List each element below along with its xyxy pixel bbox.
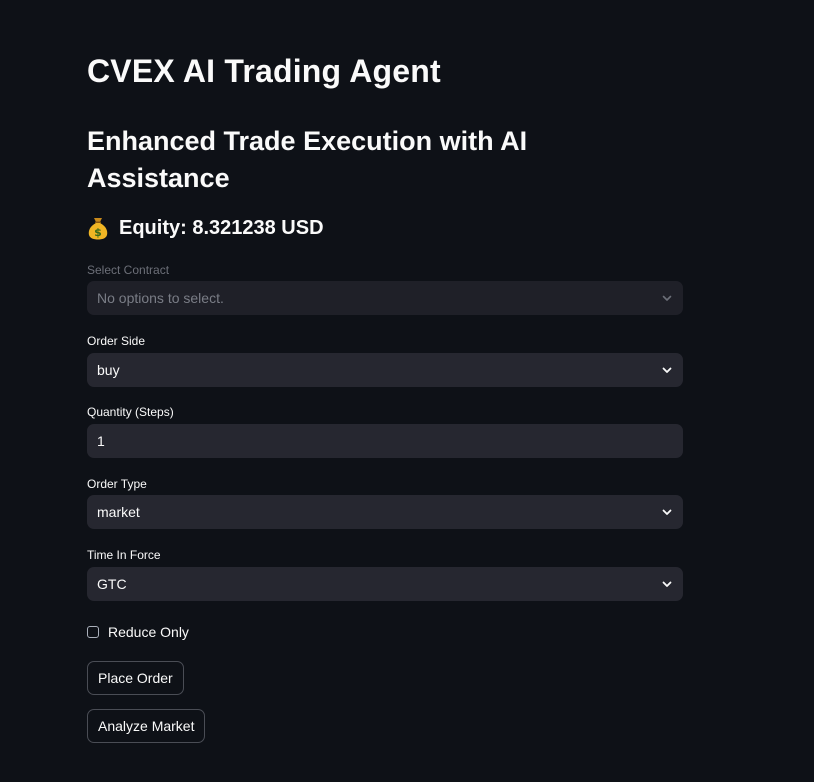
contract-label: Select Contract bbox=[87, 263, 170, 277]
chevron-down-icon bbox=[661, 578, 673, 590]
time-in-force-label: Time In Force bbox=[87, 548, 161, 562]
time-in-force-field: Time In Force GTC bbox=[87, 547, 683, 601]
chevron-down-icon bbox=[661, 292, 673, 304]
time-in-force-select[interactable]: GTC bbox=[87, 567, 683, 601]
equity-text: Equity: 8.321238 USD bbox=[119, 216, 324, 239]
order-side-label: Order Side bbox=[87, 334, 146, 348]
contract-select[interactable]: No options to select. bbox=[87, 281, 683, 315]
page-title: CVEX AI Trading Agent bbox=[87, 53, 441, 89]
reduce-only-row[interactable]: Reduce Only bbox=[87, 623, 189, 641]
quantity-label: Quantity (Steps) bbox=[87, 405, 174, 419]
order-type-value: market bbox=[97, 504, 140, 520]
reduce-only-label: Reduce Only bbox=[108, 624, 189, 640]
svg-text:$: $ bbox=[94, 226, 102, 239]
order-side-field: Order Side buy bbox=[87, 333, 683, 387]
time-in-force-value: GTC bbox=[97, 576, 127, 592]
equity-heading: $ Equity: 8.321238 USD bbox=[87, 216, 324, 240]
order-type-select[interactable]: market bbox=[87, 495, 683, 529]
page-subtitle: Enhanced Trade Execution with AI Assista… bbox=[87, 126, 528, 193]
contract-placeholder: No options to select. bbox=[97, 290, 224, 306]
order-type-label: Order Type bbox=[87, 477, 147, 491]
money-bag-icon: $ bbox=[87, 216, 109, 240]
quantity-input[interactable]: 1 bbox=[87, 424, 683, 458]
chevron-down-icon bbox=[661, 364, 673, 376]
analyze-market-button[interactable]: Analyze Market bbox=[87, 709, 206, 743]
contract-field: Select Contract No options to select. bbox=[87, 262, 683, 315]
place-order-button[interactable]: Place Order bbox=[87, 661, 184, 695]
order-type-field: Order Type market bbox=[87, 476, 683, 529]
order-side-value: buy bbox=[97, 362, 120, 378]
quantity-value: 1 bbox=[97, 433, 105, 449]
chevron-down-icon bbox=[661, 506, 673, 518]
reduce-only-checkbox[interactable] bbox=[87, 626, 99, 638]
order-side-select[interactable]: buy bbox=[87, 353, 683, 387]
quantity-field: Quantity (Steps) 1 bbox=[87, 404, 683, 458]
